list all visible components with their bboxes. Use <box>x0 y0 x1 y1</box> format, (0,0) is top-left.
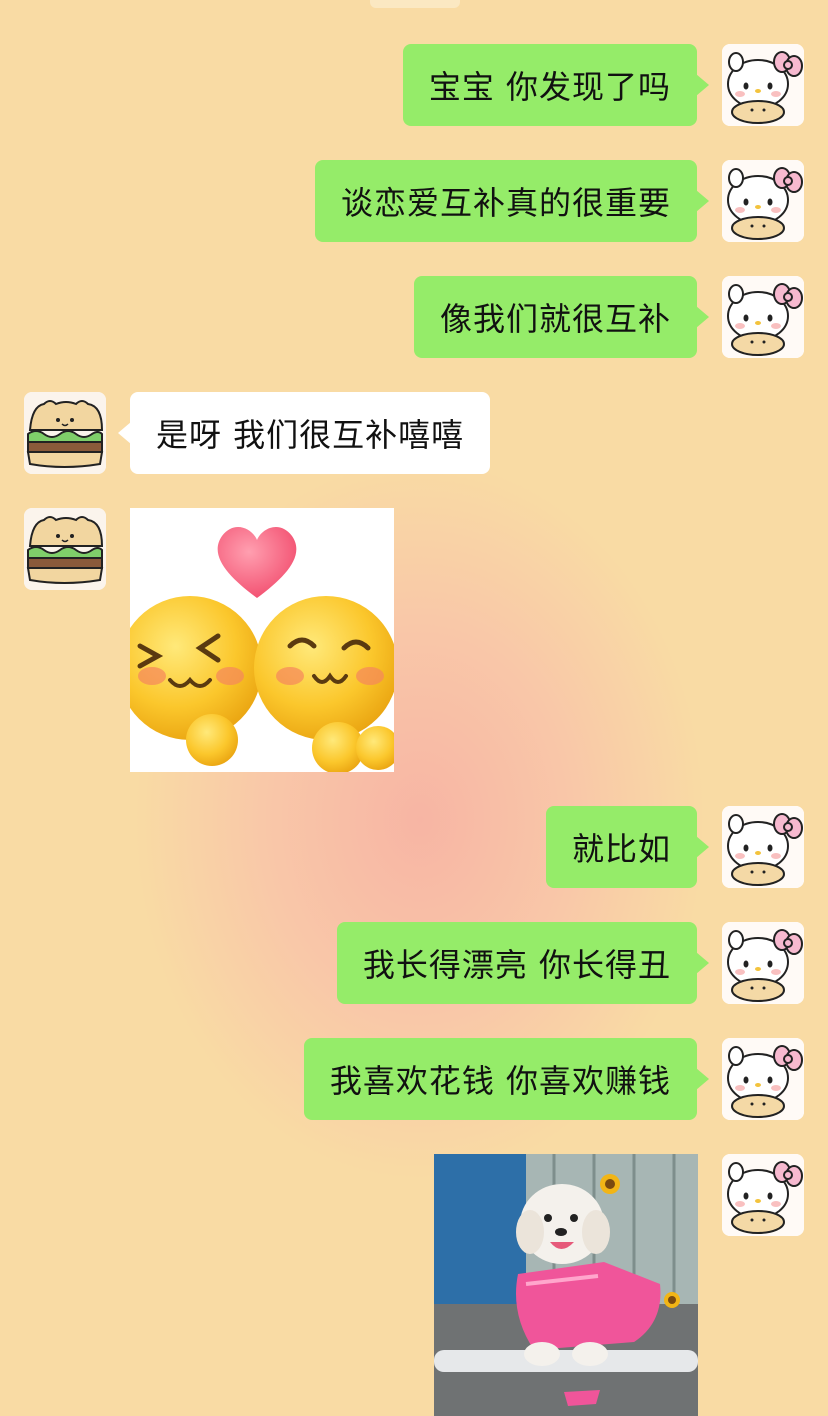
hello-kitty-avatar-icon[interactable] <box>722 44 804 126</box>
pull-down-handle <box>370 0 460 8</box>
message-bubble-received[interactable]: 是呀 我们很互补嘻嘻 <box>117 392 491 474</box>
hello-kitty-avatar-icon[interactable] <box>722 1154 804 1236</box>
hello-kitty-avatar-icon[interactable] <box>722 160 804 242</box>
message-bubble-sent[interactable]: 我长得漂亮 你长得丑 <box>336 922 710 1004</box>
hello-kitty-avatar-icon[interactable] <box>722 276 804 358</box>
hello-kitty-avatar-icon[interactable] <box>722 1038 804 1120</box>
hello-kitty-avatar-icon[interactable] <box>722 806 804 888</box>
message-bubble-sent[interactable]: 就比如 <box>545 806 710 888</box>
sandwich-bear-avatar-icon[interactable] <box>24 508 106 590</box>
dog-in-pink-dress-sticker[interactable] <box>434 1154 698 1416</box>
hello-kitty-avatar-icon[interactable] <box>722 922 804 1004</box>
message-bubble-sent[interactable]: 宝宝 你发现了吗 <box>402 44 710 126</box>
message-bubble-sent[interactable]: 谈恋爱互补真的很重要 <box>314 160 710 242</box>
message-bubble-sent[interactable]: 我喜欢花钱 你喜欢赚钱 <box>303 1038 710 1120</box>
two-smiling-emoji-heart-sticker[interactable] <box>130 508 394 772</box>
sandwich-bear-avatar-icon[interactable] <box>24 392 106 474</box>
message-bubble-sent[interactable]: 像我们就很互补 <box>413 276 710 358</box>
